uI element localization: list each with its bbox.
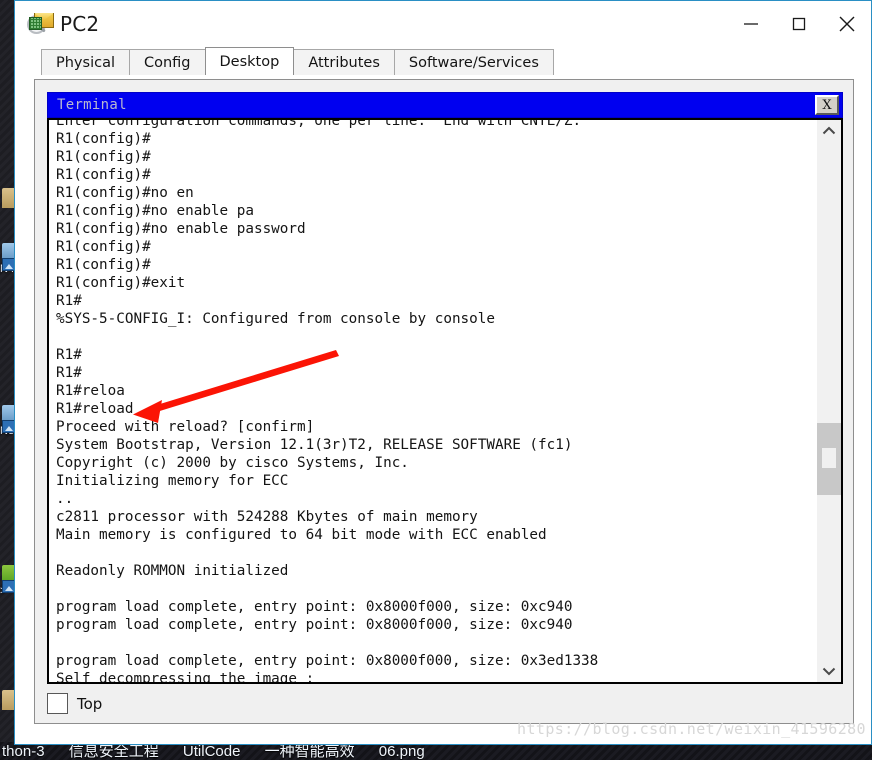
taskbar-item[interactable]: 一种智能高效 (265, 743, 355, 760)
packet-tracer-pc-icon (27, 12, 54, 36)
window-controls (727, 1, 871, 47)
terminal-line: Readonly ROMMON initialized (56, 563, 289, 579)
pc-device-window: PC2 Physical Config Desktop Attributes S… (14, 0, 872, 745)
terminal-line: R1(config)# (56, 131, 151, 147)
terminal-line: .. (56, 491, 74, 507)
close-button[interactable] (823, 1, 871, 47)
tab-attributes[interactable]: Attributes (293, 49, 395, 75)
terminal-line: R1# (56, 293, 82, 309)
terminal-scrollbar[interactable] (816, 120, 841, 682)
chevron-down-icon[interactable] (817, 660, 841, 682)
terminal-line: c2811 processor with 524288 Kbytes of ma… (56, 509, 478, 525)
terminal-line: R1#reload (56, 401, 134, 417)
tab-software-services[interactable]: Software/Services (393, 49, 554, 75)
window-title: PC2 (60, 12, 100, 36)
terminal-line: R1(config)#no en (56, 185, 194, 201)
terminal-line: R1(config)#no enable password (56, 221, 306, 237)
top-checkbox-row[interactable]: Top (47, 693, 102, 714)
terminal-title: Terminal (57, 97, 127, 113)
tab-physical[interactable]: Physical (41, 49, 130, 75)
maximize-button[interactable] (775, 1, 823, 47)
taskbar-item[interactable]: 信息安全工程 (69, 743, 159, 760)
watermark: https://blog.csdn.net/weixin_41596280 (517, 720, 866, 738)
terminal-line: R1(config)#no enable pa (56, 203, 254, 219)
terminal-titlebar: Terminal X (47, 92, 843, 118)
terminal-line: %SYS-5-CONFIG_I: Configured from console… (56, 311, 495, 327)
terminal-line: R1# (56, 347, 82, 363)
minimize-button[interactable] (727, 1, 775, 47)
terminal-line-list: Enter configuration commands, one per li… (56, 120, 598, 682)
terminal-line: Copyright (c) 2000 by cisco Systems, Inc… (56, 455, 409, 471)
tab-config[interactable]: Config (128, 49, 206, 75)
terminal-line: R1(config)# (56, 149, 151, 165)
terminal-shell: Enter configuration commands, one per li… (47, 118, 843, 684)
window-titlebar: PC2 (15, 1, 871, 47)
terminal-line: Proceed with reload? [confirm] (56, 419, 315, 435)
terminal-line: R1(config)# (56, 167, 151, 183)
terminal-line: Initializing memory for ECC (56, 473, 289, 489)
tab-desktop[interactable]: Desktop (204, 47, 295, 75)
terminal-output[interactable]: Enter configuration commands, one per li… (49, 120, 816, 682)
terminal-line: Enter configuration commands, one per li… (56, 120, 582, 129)
terminal-line: Self decompressing the image : (56, 671, 315, 682)
top-checkbox-label: Top (77, 694, 103, 713)
terminal-line: R1(config)# (56, 257, 151, 273)
taskbar-item[interactable]: 06.png (379, 743, 425, 760)
terminal-line: R1# (56, 365, 82, 381)
taskbar-item[interactable]: thon-3 (2, 743, 45, 760)
terminal-line: R1(config)# (56, 239, 151, 255)
terminal-line: R1(config)#exit (56, 275, 186, 291)
terminal-line: program load complete, entry point: 0x80… (56, 653, 599, 669)
top-checkbox[interactable] (47, 693, 68, 714)
desktop-tab-panel: Terminal X Enter configuration commands,… (34, 79, 854, 724)
scrollbar-thumb[interactable] (817, 423, 841, 495)
terminal-window: Terminal X Enter configuration commands,… (47, 92, 843, 684)
terminal-close-button[interactable]: X (815, 95, 839, 115)
tab-bar: Physical Config Desktop Attributes Softw… (41, 47, 871, 75)
terminal-line: Main memory is configured to 64 bit mode… (56, 527, 547, 543)
terminal-line: R1#reloa (56, 383, 125, 399)
terminal-line: System Bootstrap, Version 12.1(3r)T2, RE… (56, 437, 573, 453)
taskbar-item[interactable]: UtilCode (183, 743, 241, 760)
terminal-line: program load complete, entry point: 0x80… (56, 617, 573, 633)
chevron-up-icon[interactable] (817, 120, 841, 142)
scrollbar-thumb-grip (822, 448, 836, 468)
window-title-group: PC2 (15, 12, 99, 36)
terminal-line: program load complete, entry point: 0x80… (56, 599, 573, 615)
